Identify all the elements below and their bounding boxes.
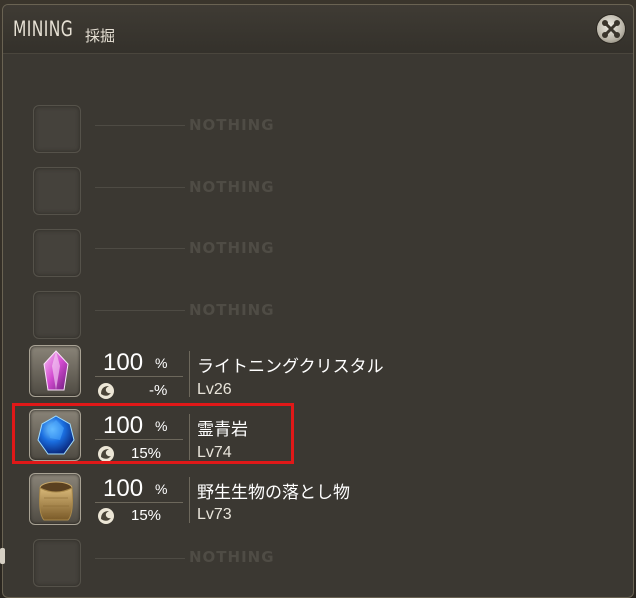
lightning-crystal-slot[interactable] bbox=[29, 345, 81, 397]
highlight-box bbox=[12, 403, 294, 464]
separator bbox=[189, 477, 190, 523]
hq-chance: -% bbox=[149, 382, 168, 399]
nothing-label: NOTHING bbox=[189, 301, 275, 319]
gather-chance-unit: % bbox=[155, 481, 168, 497]
gather-chance: 100 bbox=[103, 475, 144, 502]
divider bbox=[95, 376, 183, 377]
nothing-label: NOTHING bbox=[189, 116, 275, 134]
nothing-label: NOTHING bbox=[189, 178, 275, 196]
empty-slot[interactable] bbox=[33, 105, 81, 153]
item-level: Lv26 bbox=[197, 381, 232, 398]
nothing-line bbox=[95, 310, 185, 311]
empty-slot[interactable] bbox=[33, 539, 81, 587]
sack-icon bbox=[39, 481, 73, 521]
edge-marker bbox=[0, 548, 5, 564]
hq-icon bbox=[98, 383, 114, 399]
empty-slot[interactable] bbox=[33, 167, 81, 215]
item-name: ライトニングクリスタル bbox=[197, 357, 384, 377]
title-bar[interactable]: MINING 採掘 bbox=[3, 5, 633, 54]
nothing-label: NOTHING bbox=[189, 548, 275, 566]
window-title: MINING bbox=[13, 17, 74, 41]
hq-icon bbox=[98, 508, 114, 524]
item-level: Lv73 bbox=[197, 506, 232, 523]
divider bbox=[95, 502, 183, 503]
lightning-crystal-icon bbox=[43, 350, 69, 391]
window-subtitle: 採掘 bbox=[85, 27, 116, 45]
nothing-line bbox=[95, 187, 185, 188]
nothing-line bbox=[95, 558, 185, 559]
separator bbox=[189, 351, 190, 397]
gather-chance-unit: % bbox=[155, 355, 168, 371]
mining-window: MINING 採掘 NOTHING NOTHING NOTHING NOTHIN… bbox=[2, 4, 634, 598]
item-name: 野生生物の落とし物 bbox=[197, 483, 350, 503]
nothing-line bbox=[95, 248, 185, 249]
hq-chance: 15% bbox=[131, 507, 162, 524]
window-frame: MINING 採掘 NOTHING NOTHING NOTHING NOTHIN… bbox=[0, 0, 636, 598]
nothing-line bbox=[95, 125, 185, 126]
nothing-label: NOTHING bbox=[189, 239, 275, 257]
empty-slot[interactable] bbox=[33, 229, 81, 277]
close-icon[interactable] bbox=[597, 15, 625, 43]
empty-slot[interactable] bbox=[33, 291, 81, 339]
gather-chance: 100 bbox=[103, 349, 144, 376]
sack-slot[interactable] bbox=[29, 473, 81, 525]
